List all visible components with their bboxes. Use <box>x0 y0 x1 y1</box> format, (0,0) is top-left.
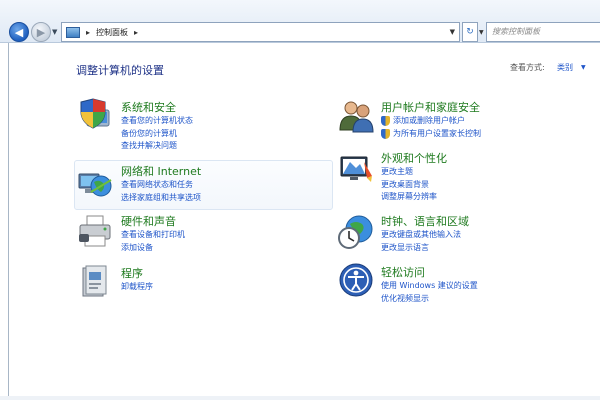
view-by-dropdown[interactable]: 类别 <box>557 62 573 73</box>
link-add-device[interactable]: 添加设备 <box>121 242 185 255</box>
link-optimize-visual-display[interactable]: 优化视频显示 <box>381 293 478 306</box>
breadcrumb-chevron[interactable]: ▸ <box>134 28 138 37</box>
category-title-ease-of-access[interactable]: 轻松访问 <box>381 264 478 280</box>
category-ease-of-access: 轻松访问 使用 Windows 建议的设置 优化视频显示 <box>381 264 478 305</box>
link-parental-controls-label: 为所有用户设置家长控制 <box>393 128 481 138</box>
view-by-label: 查看方式: <box>510 63 545 72</box>
view-by-chevron-icon[interactable]: ▼ <box>581 64 586 71</box>
link-view-computer-status[interactable]: 查看您的计算机状态 <box>121 115 193 128</box>
category-title-clock-language-region[interactable]: 时钟、语言和区域 <box>381 213 469 229</box>
link-uninstall-program[interactable]: 卸载程序 <box>121 281 153 294</box>
forward-button[interactable]: ▶ <box>31 22 51 42</box>
appearance-icon[interactable] <box>338 152 374 188</box>
control-panel-icon <box>66 26 80 38</box>
category-title-network-internet[interactable]: 网络和 Internet <box>121 163 201 179</box>
category-title-user-accounts[interactable]: 用户帐户和家庭安全 <box>381 99 481 115</box>
breadcrumb-control-panel[interactable]: 控制面板 <box>96 27 128 38</box>
category-title-system-security[interactable]: 系统和安全 <box>121 99 193 115</box>
uac-shield-icon <box>381 116 390 126</box>
forward-arrow-icon: ▶ <box>36 25 46 39</box>
shield-computer-icon[interactable] <box>77 98 113 134</box>
category-title-programs[interactable]: 程序 <box>121 265 153 281</box>
category-title-hardware-sound[interactable]: 硬件和声音 <box>121 213 185 229</box>
category-appearance: 外观和个性化 更改主题 更改桌面背景 调整屏幕分辨率 <box>381 150 447 204</box>
breadcrumb-root-chevron[interactable]: ▸ <box>86 28 90 37</box>
category-clock-language-region: 时钟、语言和区域 更改键盘或其他输入法 更改显示语言 <box>381 213 469 254</box>
link-change-theme[interactable]: 更改主题 <box>381 166 447 179</box>
uac-shield-icon <box>381 128 390 139</box>
category-programs: 程序 卸载程序 <box>121 265 153 294</box>
users-icon[interactable] <box>338 98 374 134</box>
link-recommended-settings[interactable]: 使用 Windows 建议的设置 <box>381 280 478 293</box>
search-input[interactable]: 搜索控制面板 <box>486 22 600 42</box>
link-backup-computer[interactable]: 备份您的计算机 <box>121 128 193 141</box>
search-placeholder: 搜索控制面板 <box>492 27 540 36</box>
link-view-network-status[interactable]: 查看网络状态和任务 <box>121 179 201 192</box>
link-view-devices-printers[interactable]: 查看设备和打印机 <box>121 229 185 242</box>
category-hardware-sound: 硬件和声音 查看设备和打印机 添加设备 <box>121 213 185 254</box>
link-adjust-resolution[interactable]: 调整屏幕分辨率 <box>381 191 447 204</box>
clock-globe-icon[interactable] <box>338 214 374 250</box>
address-dropdown-icon[interactable]: ▼ <box>450 28 455 36</box>
window-left-edge <box>8 43 9 400</box>
link-change-keyboard-input[interactable]: 更改键盘或其他输入法 <box>381 229 469 242</box>
link-add-remove-accounts-label: 添加或删除用户帐户 <box>393 116 465 125</box>
refresh-button[interactable]: ↻ <box>462 22 478 42</box>
link-find-fix-problems[interactable]: 查找并解决问题 <box>121 140 193 153</box>
link-homegroup-sharing[interactable]: 选择家庭组和共享选项 <box>121 192 201 205</box>
back-button[interactable]: ◀ <box>9 22 29 42</box>
page-title: 调整计算机的设置 <box>76 64 164 77</box>
address-input[interactable]: ▸ 控制面板 ▸ ▼ <box>61 22 460 42</box>
category-user-accounts: 用户帐户和家庭安全 添加或删除用户帐户 为所有用户设置家长控制 <box>381 99 481 140</box>
back-arrow-icon: ◀ <box>14 25 24 39</box>
link-parental-controls[interactable]: 为所有用户设置家长控制 <box>381 128 481 141</box>
category-title-appearance[interactable]: 外观和个性化 <box>381 150 447 166</box>
category-network-internet: 网络和 Internet 查看网络状态和任务 选择家庭组和共享选项 <box>121 163 201 204</box>
recent-pages-dropdown-icon[interactable]: ▼ <box>52 28 57 36</box>
refresh-icon: ↻ <box>466 27 474 37</box>
programs-icon[interactable] <box>77 264 113 300</box>
printer-icon[interactable] <box>77 214 113 250</box>
window-bottom-edge <box>0 396 600 400</box>
network-globe-icon[interactable] <box>77 166 113 202</box>
link-change-display-language[interactable]: 更改显示语言 <box>381 242 469 255</box>
link-change-desktop-background[interactable]: 更改桌面背景 <box>381 179 447 192</box>
address-toolbar: ◀ ▶ ▼ ▸ 控制面板 ▸ ▼ ↻ ▼ 搜索控制面板 <box>0 0 600 43</box>
ease-of-access-icon[interactable] <box>338 262 374 298</box>
category-system-security: 系统和安全 查看您的计算机状态 备份您的计算机 查找并解决问题 <box>121 99 193 153</box>
link-add-remove-accounts[interactable]: 添加或删除用户帐户 <box>381 115 481 128</box>
